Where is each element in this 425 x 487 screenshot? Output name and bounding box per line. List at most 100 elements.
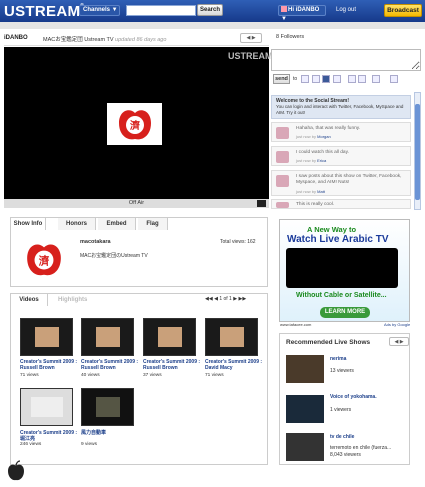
- live-show-thumbnail[interactable]: [286, 355, 324, 383]
- channel-owner[interactable]: iDANBO: [4, 35, 28, 41]
- logo-text: USTREAM: [4, 3, 81, 20]
- stream-title-text: MACお宝鑑定団 Ustream TV: [43, 37, 114, 43]
- feed-text: I could watch this all day.: [296, 150, 349, 155]
- send-button[interactable]: send: [273, 74, 290, 84]
- video-views: 9 views: [81, 442, 97, 447]
- tab-highlights[interactable]: Highlights: [58, 294, 87, 306]
- off-air-status: Off Air: [4, 199, 269, 208]
- video-thumbnail[interactable]: [81, 388, 134, 426]
- tab-honors[interactable]: Honors: [58, 218, 96, 230]
- video-pager[interactable]: ◀◀ ◀ 1 of 1 ▶ ▶▶: [205, 296, 246, 302]
- pager-of: of 1: [223, 296, 232, 302]
- apple-stamp-icon: 濟: [118, 110, 151, 140]
- info-username[interactable]: macotakara: [80, 239, 111, 245]
- search-input[interactable]: [126, 5, 196, 16]
- live-show-thumbnail[interactable]: [286, 395, 324, 423]
- recommended-title: Recommended Live Shows: [286, 339, 371, 346]
- live-show-description: terremoto en chile (fuerza...: [330, 445, 392, 451]
- pager-page[interactable]: 1: [219, 296, 222, 302]
- live-show-viewers: 8,043 viewers: [330, 452, 361, 458]
- svg-text:濟: 濟: [130, 119, 140, 132]
- live-show-title[interactable]: Voice of yokohama.: [330, 394, 377, 400]
- aim-icon[interactable]: [358, 75, 366, 83]
- feed-meta: just now by Morgan: [296, 134, 331, 139]
- info-avatar: 濟: [19, 238, 69, 280]
- video-views: 246 views: [20, 442, 42, 447]
- followers-count[interactable]: 8 Followers: [276, 34, 304, 40]
- thumbnail-screen: [35, 327, 59, 347]
- checkbox-icon[interactable]: [333, 75, 341, 83]
- stream-updated: updated 86 days ago: [115, 37, 167, 43]
- feed-meta: just now by Erica: [296, 158, 327, 163]
- sub-navigation-bar: [0, 22, 425, 29]
- player-watermark: USTREAM: [228, 51, 273, 61]
- twitter-bird-icon: [276, 127, 289, 139]
- fullscreen-icon[interactable]: [257, 200, 266, 207]
- live-show-viewers: 1 viewers: [330, 407, 352, 413]
- ads-by-google-link[interactable]: Ads by Google: [384, 322, 410, 327]
- twitter-bird-icon: [276, 202, 289, 208]
- live-show-thumbnail[interactable]: [286, 433, 324, 461]
- tab-videos[interactable]: Videos: [11, 294, 48, 306]
- tab-show-info[interactable]: Show Info: [11, 218, 46, 230]
- video-views: 40 views: [81, 373, 100, 378]
- feed-item: I saw posts about this show on Twitter, …: [271, 170, 411, 196]
- tab-flag[interactable]: Flag: [138, 218, 168, 230]
- twitter-bird-icon: [276, 175, 289, 187]
- ad-line-1: A New Way to: [307, 225, 357, 234]
- video-thumbnail[interactable]: [81, 318, 134, 356]
- total-views: Total views: 162: [220, 239, 256, 245]
- twitter-icon[interactable]: [301, 75, 309, 83]
- video-title[interactable]: Creator's Summit 2009 : Russell Brown: [81, 359, 141, 371]
- broadcast-button[interactable]: Broadcast: [384, 4, 422, 17]
- svg-text:濟: 濟: [39, 254, 50, 267]
- thumbnail-screen: [96, 327, 120, 347]
- video-thumbnail[interactable]: [20, 388, 73, 426]
- video-thumbnail[interactable]: [20, 318, 73, 356]
- feed-item: This is really cool.: [271, 199, 411, 209]
- live-show-title[interactable]: nerima: [330, 356, 346, 362]
- social-message-input[interactable]: [271, 49, 421, 71]
- ustream-logo[interactable]: USTREAM®: [4, 3, 84, 20]
- search-button[interactable]: Search: [197, 4, 223, 16]
- video-views: 71 views: [20, 373, 39, 378]
- feed-text: Hahaha, that was really funny.: [296, 126, 361, 131]
- feed-item: Hahaha, that was really funny. just now b…: [271, 122, 411, 142]
- settings-icon[interactable]: [372, 75, 380, 83]
- ad-learn-more-button[interactable]: LEARN MORE: [320, 307, 370, 318]
- video-thumbnail[interactable]: [143, 318, 196, 356]
- feed-text: I saw posts about this show on Twitter, …: [296, 174, 402, 185]
- video-title[interactable]: Creator's Summit 2009 : 堀江亮: [20, 430, 80, 442]
- channels-dropdown[interactable]: Channels ▼: [79, 5, 120, 16]
- video-title[interactable]: Creator's Summit 2009 : Russell Brown: [20, 359, 80, 371]
- video-views: 71 views: [205, 373, 224, 378]
- thumbnail-screen: [31, 397, 63, 417]
- scrollbar-thumb[interactable]: [415, 104, 420, 200]
- myspace-icon[interactable]: [348, 75, 356, 83]
- thumbnail-screen: [220, 327, 244, 347]
- ad-url[interactable]: www.tafacee.com: [280, 322, 311, 327]
- apple-stamp-icon: 濟: [27, 244, 61, 276]
- apple-logo-icon: [4, 458, 28, 484]
- ad-receiver-image: [286, 248, 398, 288]
- link-icon[interactable]: [390, 75, 398, 83]
- video-title[interactable]: 風力自動車: [81, 430, 141, 436]
- apple-logo-icon: [8, 460, 24, 481]
- welcome-text: You can login and interact with Twitter,…: [276, 104, 404, 115]
- video-title[interactable]: Creator's Summit 2009 : David Macy: [205, 359, 265, 371]
- user-menu[interactable]: Hi iDANBO ▼: [278, 5, 326, 22]
- stream-nav-arrows[interactable]: ◀ ▶: [240, 33, 262, 43]
- welcome-message: Welcome to the Social Stream! You can log…: [271, 95, 411, 119]
- info-description: MACお宝鑑定団のUstream TV: [80, 253, 148, 259]
- recommended-nav-arrows[interactable]: ◀ ▶: [389, 337, 409, 346]
- logout-link[interactable]: Log out: [336, 7, 356, 13]
- user-avatar: [281, 6, 287, 13]
- video-thumbnail[interactable]: [205, 318, 258, 356]
- video-title[interactable]: Creator's Summit 2009 : Russell Brown: [143, 359, 203, 371]
- facebook-icon[interactable]: [322, 75, 330, 83]
- twitter-bird-icon: [276, 151, 289, 163]
- live-show-title[interactable]: tv de chile: [330, 434, 354, 440]
- checkbox-icon[interactable]: [312, 75, 320, 83]
- tab-embed[interactable]: Embed: [98, 218, 136, 230]
- video-views: 37 views: [143, 373, 162, 378]
